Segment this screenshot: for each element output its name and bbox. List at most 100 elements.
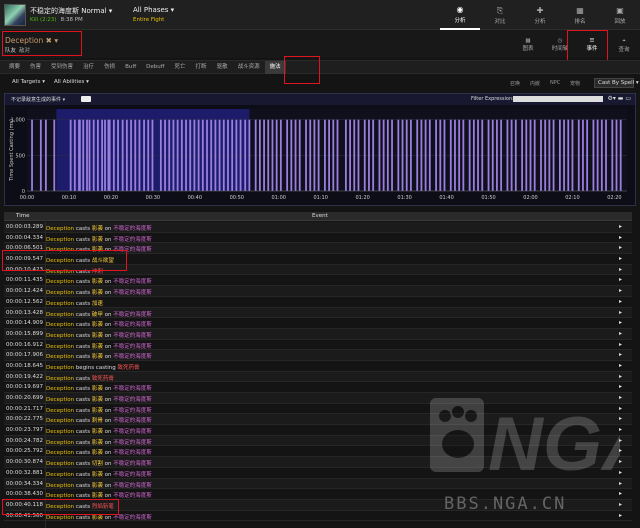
event-target[interactable]: 不稳定的海度斯 <box>113 418 152 424</box>
view-query[interactable]: ⌖ 查询 <box>608 30 640 60</box>
table-row[interactable]: 00:00:21.717 Deception casts 影袭 on 不稳定的海度… <box>4 403 632 415</box>
table-row[interactable]: 00:00:23.797 Deception casts 影袭 on 不稳定的海度… <box>4 425 632 436</box>
event-actor[interactable]: Deception <box>46 418 74 424</box>
cast-by-dropdown[interactable]: Cast By Spell ▾ <box>594 78 639 88</box>
event-target[interactable]: 不稳定的海度斯 <box>113 515 152 521</box>
expand-arrow-icon[interactable]: ▸ <box>619 319 622 326</box>
event-target[interactable]: 不稳定的海度斯 <box>113 333 152 339</box>
expand-arrow-icon[interactable]: ▸ <box>619 512 622 519</box>
tab-deaths[interactable]: 死亡 <box>170 61 191 74</box>
event-spell[interactable]: 影袭 <box>92 483 103 489</box>
expand-arrow-icon[interactable]: ▸ <box>619 373 622 380</box>
event-actor[interactable]: Deception <box>46 290 74 296</box>
table-row[interactable]: 00:00:18.645 Deception begins casting 致死药… <box>4 360 632 372</box>
event-spell[interactable]: 影袭 <box>92 515 103 521</box>
chart-settings-icons[interactable]: ⚙▾ ▬ ▭ <box>607 95 631 102</box>
expand-arrow-icon[interactable]: ▸ <box>619 426 622 433</box>
event-target[interactable]: 不稳定的海度斯 <box>113 386 152 392</box>
event-spell[interactable]: 刺骨 <box>92 418 103 424</box>
event-actor[interactable]: Deception <box>46 397 74 403</box>
event-actor[interactable]: Deception <box>46 515 74 521</box>
event-actor[interactable]: Deception <box>46 429 74 435</box>
event-spell[interactable]: 影袭 <box>92 397 103 403</box>
expand-arrow-icon[interactable]: ▸ <box>619 394 622 401</box>
table-row[interactable]: 00:00:04.334 Deception casts 影袭 on 不稳定的海度… <box>4 232 632 244</box>
expand-arrow-icon[interactable]: ▸ <box>619 244 622 251</box>
event-spell[interactable]: 切割 <box>92 461 103 467</box>
expand-arrow-icon[interactable]: ▸ <box>619 383 622 390</box>
event-actor[interactable]: Deception <box>46 301 74 307</box>
expand-arrow-icon[interactable]: ▸ <box>619 309 622 316</box>
expand-arrow-icon[interactable]: ▸ <box>619 298 622 305</box>
tab-dispels[interactable]: 驱散 <box>212 61 233 74</box>
expand-arrow-icon[interactable]: ▸ <box>619 405 622 412</box>
expand-arrow-icon[interactable]: ▸ <box>619 287 622 294</box>
event-actor[interactable]: Deception <box>46 226 74 232</box>
nav-compare[interactable]: ⎘ 对比 <box>480 0 520 30</box>
event-actor[interactable]: Deception <box>46 333 74 339</box>
nav-analyze[interactable]: ◉ 分析 <box>440 0 480 30</box>
expand-arrow-icon[interactable]: ▸ <box>619 276 622 283</box>
event-target[interactable]: 不稳定的海度斯 <box>113 440 152 446</box>
event-actor[interactable]: Deception <box>46 344 74 350</box>
nav-rankings[interactable]: ▦ 排名 <box>560 0 600 30</box>
event-spell[interactable]: 致死药膏 <box>117 365 139 371</box>
tab-damage-done[interactable]: 伤害 <box>25 61 46 74</box>
event-actor[interactable]: Deception <box>46 322 74 328</box>
expand-arrow-icon[interactable]: ▸ <box>619 255 622 262</box>
event-spell[interactable]: 影袭 <box>92 386 103 392</box>
event-target[interactable]: 不稳定的海度斯 <box>113 483 152 489</box>
event-target[interactable]: 不稳定的海度斯 <box>113 472 152 478</box>
filter-expression-input[interactable] <box>513 96 603 102</box>
event-actor[interactable]: Deception <box>46 354 74 360</box>
expand-arrow-icon[interactable]: ▸ <box>619 490 622 497</box>
tab-interrupts[interactable]: 打断 <box>191 61 212 74</box>
tab-debuffs[interactable]: Debuff <box>141 61 169 74</box>
event-spell[interactable]: 影袭 <box>92 322 103 328</box>
event-spell[interactable]: 影袭 <box>92 472 103 478</box>
filter-npc[interactable]: NPC <box>550 80 560 86</box>
expand-arrow-icon[interactable]: ▸ <box>619 469 622 476</box>
phase-selector[interactable]: All Phases ▾ <box>133 6 174 14</box>
event-actor[interactable]: Deception <box>46 450 74 456</box>
event-target[interactable]: 不稳定的海度斯 <box>113 397 152 403</box>
event-actor[interactable]: Deception <box>46 483 74 489</box>
event-spell[interactable]: 影袭 <box>92 344 103 350</box>
event-target[interactable]: 不稳定的海度斯 <box>113 344 152 350</box>
event-spell[interactable]: 影袭 <box>92 290 103 296</box>
expand-arrow-icon[interactable]: ▸ <box>619 341 622 348</box>
tab-casts[interactable]: 施法 <box>264 61 286 74</box>
event-actor[interactable]: Deception <box>46 365 74 371</box>
event-spell[interactable]: 影袭 <box>92 226 103 232</box>
filter-pets[interactable]: 宠物 <box>570 80 580 87</box>
event-target[interactable]: 不稳定的海度斯 <box>113 237 152 243</box>
event-spell[interactable]: 影袭 <box>92 354 103 360</box>
event-spell[interactable]: 影袭 <box>92 429 103 435</box>
column-header-event[interactable]: Event <box>312 213 328 219</box>
nav-analyzer[interactable]: ✚ 分析 <box>520 0 560 30</box>
event-actor[interactable]: Deception <box>46 408 74 414</box>
event-spell[interactable]: 影袭 <box>92 440 103 446</box>
column-header-time[interactable]: Time <box>16 213 29 219</box>
event-actor[interactable]: Deception <box>46 237 74 243</box>
event-actor[interactable]: Deception <box>46 312 74 318</box>
event-target[interactable]: 不稳定的海度斯 <box>113 450 152 456</box>
tab-damage-taken[interactable]: 受到伤害 <box>46 61 78 74</box>
table-row[interactable]: 00:00:30.874 Deception casts 切割 on 不稳定的海度… <box>4 457 632 468</box>
event-spell[interactable]: 影袭 <box>92 333 103 339</box>
event-target[interactable]: 不稳定的海度斯 <box>113 226 152 232</box>
view-chart[interactable]: ▦ 图表 <box>512 30 544 60</box>
expand-arrow-icon[interactable]: ▸ <box>619 362 622 369</box>
expand-arrow-icon[interactable]: ▸ <box>619 437 622 444</box>
event-actor[interactable]: Deception <box>46 279 74 285</box>
tab-healing[interactable]: 治疗 <box>78 61 99 74</box>
table-row[interactable]: 00:00:34.334 Deception casts 影袭 on 不稳定的海度… <box>4 478 632 490</box>
table-row[interactable]: 00:00:24.782 Deception casts 影袭 on 不稳定的海度… <box>4 435 632 447</box>
event-spell[interactable]: 加速 <box>92 301 103 307</box>
event-target[interactable]: 不稳定的海度斯 <box>113 312 152 318</box>
expand-arrow-icon[interactable]: ▸ <box>619 480 622 487</box>
threat-events-toggle-label[interactable]: 不记录敌意生成的事件 ▾ <box>11 96 65 103</box>
table-row[interactable]: 00:00:15.899 Deception casts 影袭 on 不稳定的海度… <box>4 328 632 340</box>
event-target[interactable]: 不稳定的海度斯 <box>113 493 152 499</box>
abilities-dropdown[interactable]: All Abilities ▾ <box>54 79 89 85</box>
